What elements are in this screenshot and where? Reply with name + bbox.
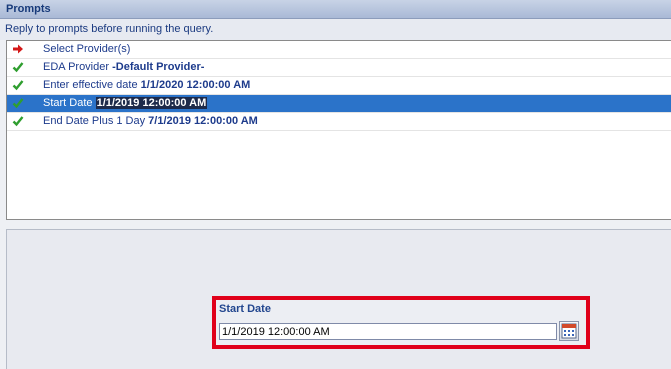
prompts-header: Prompts (0, 0, 671, 19)
calendar-icon (561, 323, 577, 339)
prompt-row-eda-provider[interactable]: EDA Provider -Default Provider- (7, 59, 671, 77)
prompt-label: Start Date (43, 97, 96, 109)
red-arrow-icon (13, 44, 23, 54)
start-date-label: Start Date (219, 303, 271, 315)
prompt-value: 1/1/2020 12:00:00 AM (140, 79, 251, 91)
prompt-value: 7/1/2019 12:00:00 AM (148, 115, 258, 127)
check-icon (12, 62, 24, 73)
prompt-label: End Date Plus 1 Day (43, 115, 149, 127)
prompt-value: 1/1/2019 12:00:00 AM (95, 97, 208, 109)
prompt-label: EDA Provider (43, 61, 113, 73)
prompt-value: -Default Provider- (112, 61, 205, 73)
check-icon (12, 98, 24, 109)
start-date-input[interactable] (219, 323, 557, 340)
instructions-text: Reply to prompts before running the quer… (5, 23, 214, 35)
check-icon (12, 80, 24, 91)
prompt-row-effective-date[interactable]: Enter effective date 1/1/2020 12:00:00 A… (7, 77, 671, 95)
prompt-label: Select Provider(s) (43, 43, 131, 55)
panel-title: Prompts (6, 3, 51, 15)
check-icon (12, 116, 24, 127)
calendar-button[interactable] (559, 321, 579, 341)
prompt-list[interactable]: Select Provider(s) EDA Provider -Default… (6, 40, 671, 220)
prompt-row-end-date[interactable]: End Date Plus 1 Day 7/1/2019 12:00:00 AM (7, 113, 671, 131)
instructions-bar: Reply to prompts before running the quer… (0, 19, 671, 40)
prompt-row-start-date[interactable]: Start Date 1/1/2019 12:00:00 AM (7, 95, 671, 113)
prompt-row-select-provider[interactable]: Select Provider(s) (7, 41, 671, 59)
prompt-label: Enter effective date (43, 79, 141, 91)
